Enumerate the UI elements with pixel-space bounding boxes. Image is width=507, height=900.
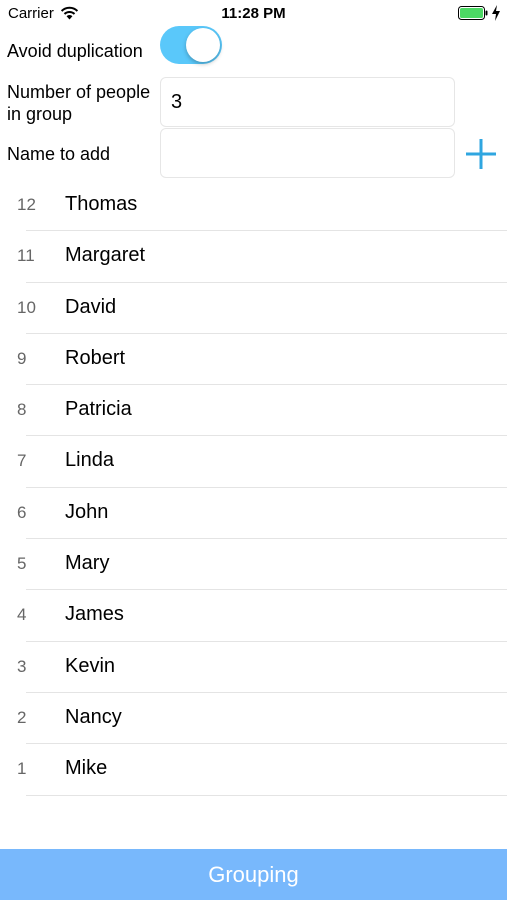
list-item[interactable]: 5 Mary [0,539,507,591]
list-item[interactable]: 1 Mike [0,744,507,796]
people-list: 12 Thomas 11 Margaret 10 David 9 Robert 8 Patrici… [0,180,507,796]
people-count-label-line2: in group [7,104,73,124]
list-item-number: 2 [17,707,27,727]
people-count-label: Number of people in group [7,81,150,125]
plus-icon[interactable] [463,136,499,172]
list-item-number: 7 [17,451,27,471]
avoid-duplication-label: Avoid duplication [7,41,143,61]
list-item[interactable]: 3 Kevin [0,642,507,693]
list-item-name: Margaret [65,244,146,267]
list-item-name: David [65,295,117,318]
list-item[interactable]: 10 David [0,283,507,334]
avoid-duplication-toggle[interactable] [160,26,222,64]
row-separator [26,794,507,796]
list-item[interactable]: 9 Robert [0,334,507,386]
list-item-name: Patricia [65,398,132,421]
list-item[interactable]: 6 John [0,488,507,540]
list-item-name: James [65,603,124,626]
list-item-number: 9 [17,348,27,368]
list-item-number: 8 [17,400,27,420]
list-item[interactable]: 4 James [0,590,507,642]
list-item[interactable]: 11 Margaret [0,231,507,283]
list-item-number: 3 [17,656,27,676]
clock-time: 11:28 PM [221,5,286,22]
list-item-name: Nancy [65,705,122,728]
people-count-label-line1: Number of people [7,82,151,102]
charging-bolt-icon [492,5,500,21]
list-item-number: 1 [17,759,27,779]
list-item-number: 4 [17,605,27,625]
list-item[interactable]: 7 Linda [0,436,507,488]
battery-icon [458,6,488,20]
list-item[interactable]: 12 Thomas [0,180,507,232]
list-item-name: Mike [65,757,108,780]
list-item-number: 11 [17,246,35,266]
list-item-number: 5 [17,554,27,574]
list-item-name: Linda [65,449,114,472]
list-item-name: Kevin [65,654,116,677]
list-item-number: 6 [17,502,27,522]
toggle-knob [186,28,220,62]
list-item-name: Mary [65,552,110,575]
list-item-name: Robert [65,346,126,369]
list-item[interactable]: 2 Nancy [0,693,507,745]
status-bar: Carrier 11:28 PM [0,0,507,28]
people-count-input[interactable] [160,77,455,127]
list-item-number: 10 [17,297,36,317]
name-to-add-label: Name to add [7,144,111,164]
name-input[interactable] [160,128,455,178]
list-item-number: 12 [17,195,36,214]
list-item-name: John [65,500,109,523]
list-item[interactable]: 8 Patricia [0,385,507,437]
list-item-name: Thomas [65,193,138,215]
grouping-button[interactable]: Grouping [0,849,507,900]
